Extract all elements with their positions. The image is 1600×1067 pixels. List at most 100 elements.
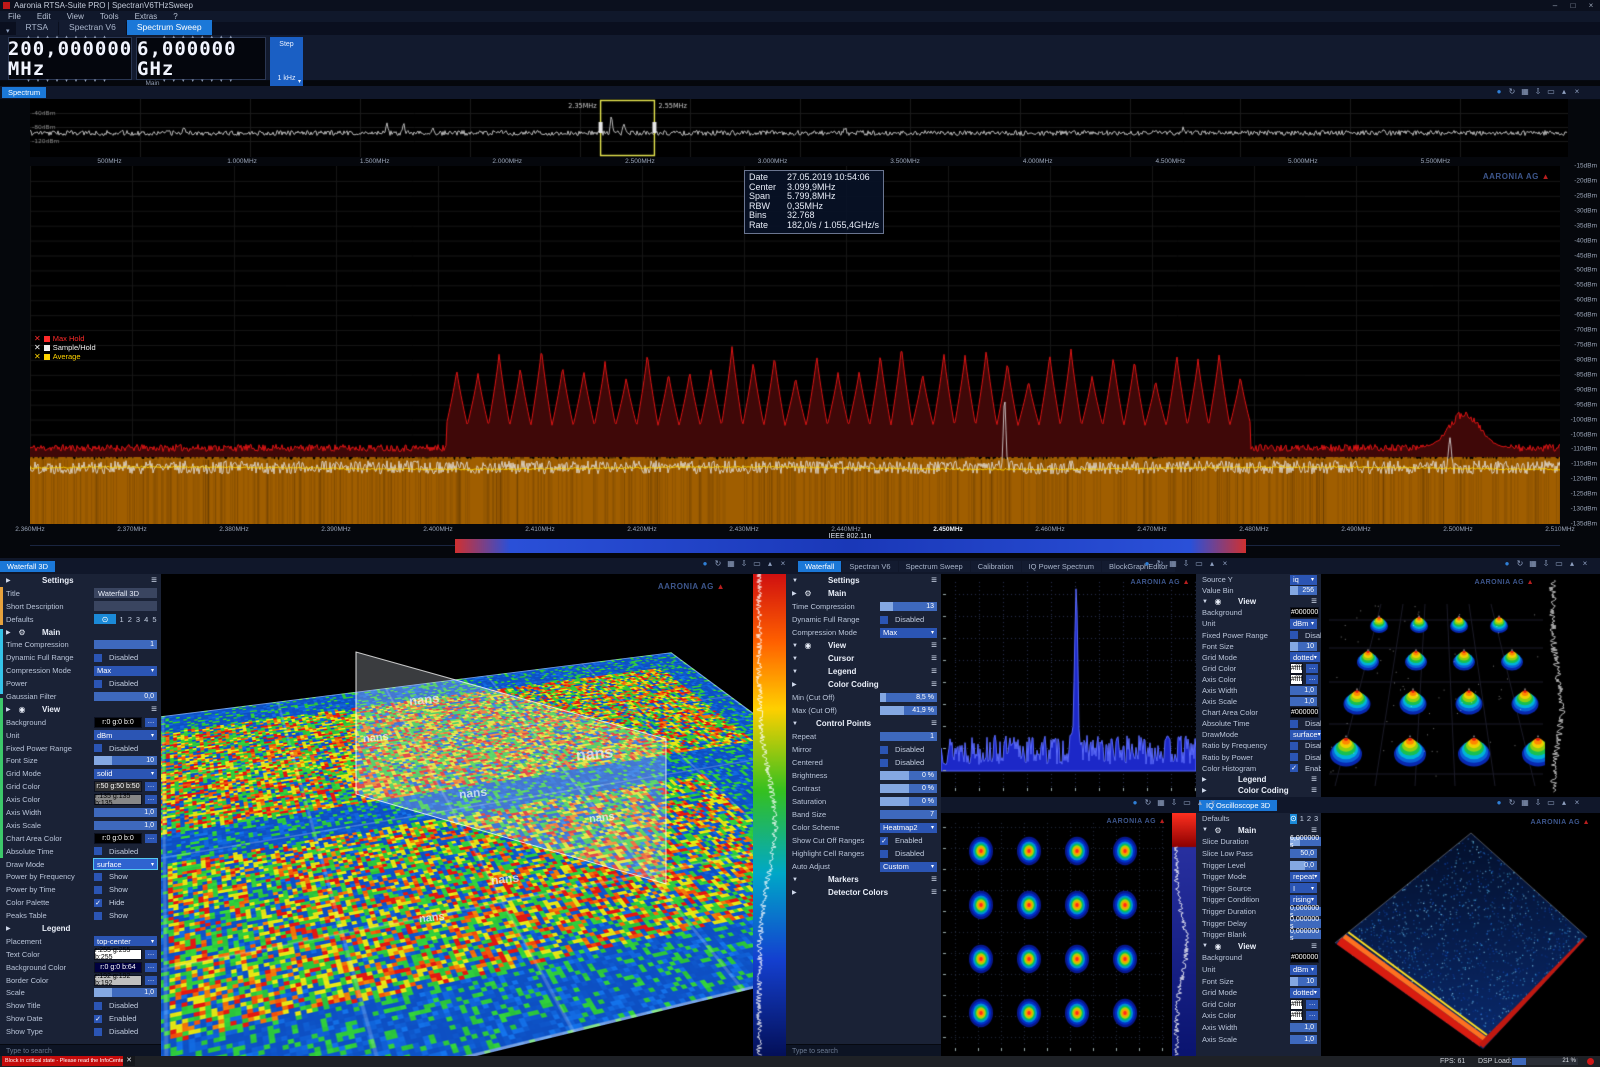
iq-waterfall-3d-view[interactable]: AARONIA AG ▲ (1321, 813, 1600, 1056)
color-swatch[interactable]: r:0 g:0 b:64 (94, 962, 142, 973)
slider[interactable]: 50,0 (1290, 849, 1317, 858)
color-swatch[interactable]: r:135 g:135 b:135 (94, 794, 142, 805)
slider[interactable]: 0 % (880, 797, 937, 806)
slider[interactable]: 10 (94, 756, 157, 765)
setting-legend[interactable]: ▶Legend (0, 922, 161, 935)
panel-tab-waterfall[interactable]: Waterfall (798, 561, 841, 572)
slider[interactable]: 6,000000 s (1290, 837, 1321, 846)
slider[interactable]: 0,0 (94, 692, 157, 701)
grid-icon[interactable]: ▦ (726, 559, 736, 569)
remove-trace-icon[interactable]: ✕ (34, 352, 41, 361)
color-swatch[interactable]: r:0 g:0 b:0 (94, 833, 142, 844)
iq-waterfall-canvas[interactable] (1321, 813, 1600, 1056)
doc-tab-spectran-v6[interactable]: Spectran V6 (59, 20, 126, 35)
checkbox[interactable] (880, 850, 888, 858)
checkbox[interactable] (94, 654, 102, 662)
dropdown[interactable]: Max▾ (880, 628, 937, 638)
slider[interactable]: 1,0 (1290, 1023, 1317, 1032)
setting-color-coding[interactable]: ▶Color Coding≡ (786, 678, 941, 691)
dropdown[interactable]: dotted▾ (1290, 652, 1320, 662)
status-error-icon[interactable] (1587, 1058, 1594, 1065)
grid-icon[interactable]: ▦ (1528, 559, 1538, 569)
slider[interactable]: 7 (880, 810, 937, 819)
collapse-icon[interactable]: ▴ (765, 559, 775, 569)
doc-tab-rtsa[interactable]: RTSA (16, 20, 59, 35)
dropdown[interactable]: dBm▾ (1290, 965, 1317, 975)
default-preset-button[interactable]: 1 (1300, 814, 1304, 823)
slider[interactable]: 13 (880, 602, 937, 611)
checkbox[interactable] (1290, 631, 1298, 639)
color-swatch[interactable]: r:0 g:0 b:0 (94, 717, 142, 728)
slider[interactable]: 1,0 (1290, 686, 1317, 695)
center-frequency-value[interactable]: 200,000000 MHz (8, 39, 132, 79)
collapse-icon[interactable]: ▴ (1567, 559, 1577, 569)
default-preset-button[interactable]: 5 (152, 615, 157, 624)
color-swatch[interactable]: #000000 (1290, 607, 1319, 618)
waterfall3d-tab[interactable]: Waterfall 3D (0, 561, 55, 572)
span-frequency-display[interactable]: ▴▴▴▴▴▴▴▴ 6,000000 GHz ▾▾▾▾▾▾▾▾ (136, 37, 266, 80)
grid-icon[interactable]: ▦ (1520, 798, 1530, 808)
checkbox[interactable]: ✓ (880, 837, 888, 845)
slider[interactable]: 1 (94, 640, 157, 649)
slider[interactable]: 1,0 (94, 988, 157, 997)
panel-tab-spectran-v6[interactable]: Spectran V6 (842, 561, 897, 572)
color-picker-button[interactable]: … (1306, 1011, 1318, 1020)
color-picker-button[interactable]: … (145, 963, 157, 972)
slider[interactable]: 0,000000 s (1290, 919, 1321, 928)
checkbox[interactable] (880, 746, 888, 754)
download-icon[interactable]: ⇩ (1181, 559, 1191, 569)
panel-tab-spectrum-sweep[interactable]: Spectrum Sweep (899, 561, 970, 572)
collapse-icon[interactable]: ▴ (1559, 798, 1569, 808)
setting-view[interactable]: ▼◉View≡ (1196, 596, 1321, 607)
checkbox[interactable] (94, 912, 102, 920)
setting-detector-colors[interactable]: ▶Detector Colors≡ (786, 886, 941, 899)
dropdown[interactable]: repeat▾ (1290, 872, 1320, 882)
color-picker-button[interactable]: … (145, 976, 157, 985)
record-icon[interactable]: ● (700, 559, 710, 569)
color-picker-button[interactable]: … (1306, 1000, 1318, 1009)
alert-close-icon[interactable]: ✕ (123, 1056, 135, 1066)
color-picker-button[interactable]: … (1306, 675, 1318, 684)
setting-legend[interactable]: ▶Legend≡ (1196, 774, 1321, 785)
record-icon[interactable]: ● (1142, 559, 1152, 569)
color-swatch[interactable]: #000000 (1290, 707, 1319, 718)
refresh-icon[interactable]: ↻ (1507, 798, 1517, 808)
slider[interactable]: 10 (1290, 977, 1317, 986)
refresh-icon[interactable]: ↻ (713, 559, 723, 569)
color-picker-button[interactable]: … (145, 718, 157, 727)
setting-view[interactable]: ▼◉View≡ (786, 639, 941, 652)
color-picker-button[interactable]: … (145, 795, 157, 804)
slider[interactable]: 0 % (880, 784, 937, 793)
default-preset-button[interactable]: 2 (1307, 814, 1311, 823)
constellation-canvas[interactable] (941, 813, 1172, 1056)
color-swatch[interactable]: #000000 (1290, 952, 1319, 963)
panel-tab-calibration[interactable]: Calibration (971, 561, 1021, 572)
monitor-icon[interactable]: ▭ (1182, 798, 1192, 808)
checkbox[interactable] (94, 847, 102, 855)
color-swatch[interactable]: #ffff (1290, 674, 1303, 685)
setting-cursor[interactable]: ▼Cursor≡ (786, 652, 941, 665)
dropdown[interactable]: top-center▾ (94, 936, 157, 946)
iq-power-spectrum-canvas[interactable] (941, 574, 1196, 797)
wlan-band-bar[interactable] (455, 539, 1246, 553)
collapse-icon[interactable]: ▴ (1195, 798, 1205, 808)
waterfall3d-view[interactable]: nansnansnansnansnansnansnans AARONIA AG … (161, 574, 753, 1056)
color-picker-button[interactable]: … (145, 834, 157, 843)
checkbox[interactable] (94, 680, 102, 688)
close-icon[interactable]: × (1572, 87, 1582, 97)
checkbox[interactable] (1290, 720, 1298, 728)
text-input[interactable]: Waterfall 3D (94, 588, 157, 598)
grid-icon[interactable]: ▦ (1156, 798, 1166, 808)
slider[interactable]: 1,0 (1290, 697, 1317, 706)
refresh-icon[interactable]: ↻ (1507, 87, 1517, 97)
close-icon[interactable]: × (1208, 798, 1218, 808)
monitor-icon[interactable]: ▭ (1546, 87, 1556, 97)
color-swatch[interactable]: #ffff (1290, 1010, 1303, 1021)
legend-item[interactable]: ✕Max Hold (34, 334, 96, 343)
setting-view[interactable]: ▶◉View≡ (0, 703, 161, 716)
download-icon[interactable]: ⇩ (1541, 559, 1551, 569)
checkbox[interactable]: ✓ (94, 899, 102, 907)
span-frequency-value[interactable]: 6,000000 GHz (137, 39, 265, 79)
spectrum-overview-canvas[interactable] (30, 99, 1568, 157)
default-preset-button[interactable]: 2 (127, 615, 132, 624)
